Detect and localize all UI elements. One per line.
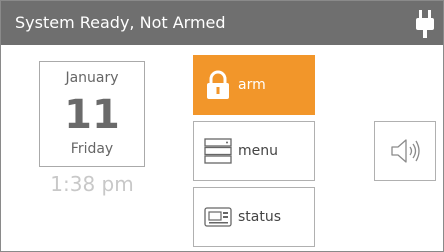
calendar-weekday: Friday <box>70 141 114 157</box>
arm-button[interactable]: arm <box>193 55 315 115</box>
arm-button-label: arm <box>238 77 266 93</box>
volume-button[interactable] <box>374 121 436 181</box>
speaker-icon <box>391 139 420 163</box>
status-header: System Ready, Not Armed <box>1 1 443 45</box>
calendar-month: January <box>65 70 119 86</box>
menu-button[interactable]: menu <box>193 121 315 181</box>
status-button[interactable]: status <box>193 187 315 247</box>
status-panel-icon <box>204 207 232 227</box>
plug-icon <box>416 10 434 38</box>
lock-icon <box>207 70 229 99</box>
current-time: 1:38 pm <box>50 172 134 196</box>
menu-button-label: menu <box>238 143 278 159</box>
calendar-day: 11 <box>64 92 120 138</box>
menu-icon <box>204 138 232 164</box>
calendar-card: January 11 Friday <box>39 61 145 167</box>
system-status-text: System Ready, Not Armed <box>15 13 226 32</box>
status-button-label: status <box>238 209 282 225</box>
